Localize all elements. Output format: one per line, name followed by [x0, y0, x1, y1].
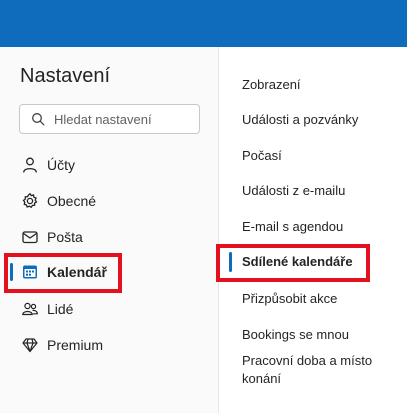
selection-indicator	[10, 263, 13, 281]
nav-item-people[interactable]: Lidé	[14, 292, 214, 326]
gear-icon	[20, 191, 40, 211]
search-input[interactable]	[54, 111, 194, 127]
calendar-icon	[20, 262, 40, 282]
nav-item-calendar[interactable]: Kalendář	[14, 255, 214, 289]
nav-item-mail[interactable]: Pošta	[14, 220, 214, 254]
nav-item-label: Kalendář	[47, 264, 107, 280]
nav-item-label: Účty	[47, 157, 75, 173]
nav-item-label: Pošta	[47, 229, 83, 245]
section-working-hours-location[interactable]: Pracovní doba a místo konání	[242, 352, 392, 388]
app-header-bar	[0, 0, 407, 47]
section-customize-actions[interactable]: Přizpůsobit akce	[242, 290, 402, 308]
people-icon	[20, 299, 40, 319]
nav-item-label: Lidé	[47, 301, 74, 317]
section-email-agenda[interactable]: E-mail s agendou	[242, 218, 402, 236]
diamond-icon	[20, 335, 40, 355]
calendar-settings-list: Zobrazení Události a pozvánky Počasí Udá…	[220, 47, 407, 413]
search-box[interactable]	[19, 104, 200, 134]
section-shared-calendars[interactable]: Sdílené kalendáře	[242, 253, 402, 271]
page-title: Nastavení	[20, 65, 111, 87]
section-bookings-with-me[interactable]: Bookings se mnou	[242, 326, 402, 344]
nav-item-general[interactable]: Obecné	[14, 184, 214, 218]
nav-item-accounts[interactable]: Účty	[14, 148, 214, 182]
section-events-invitations[interactable]: Události a pozvánky	[242, 111, 402, 129]
section-events-from-email[interactable]: Události z e-mailu	[242, 182, 402, 200]
section-view[interactable]: Zobrazení	[242, 76, 402, 94]
settings-sidebar: Nastavení Účty Obecné	[0, 47, 219, 413]
mail-icon	[20, 227, 40, 247]
section-weather[interactable]: Počasí	[242, 147, 402, 165]
search-icon	[32, 113, 45, 126]
nav-item-label: Premium	[47, 337, 104, 353]
selection-indicator	[229, 252, 232, 272]
nav-item-label: Obecné	[47, 193, 97, 209]
nav-item-premium[interactable]: Premium	[14, 328, 214, 362]
person-icon	[20, 155, 40, 175]
